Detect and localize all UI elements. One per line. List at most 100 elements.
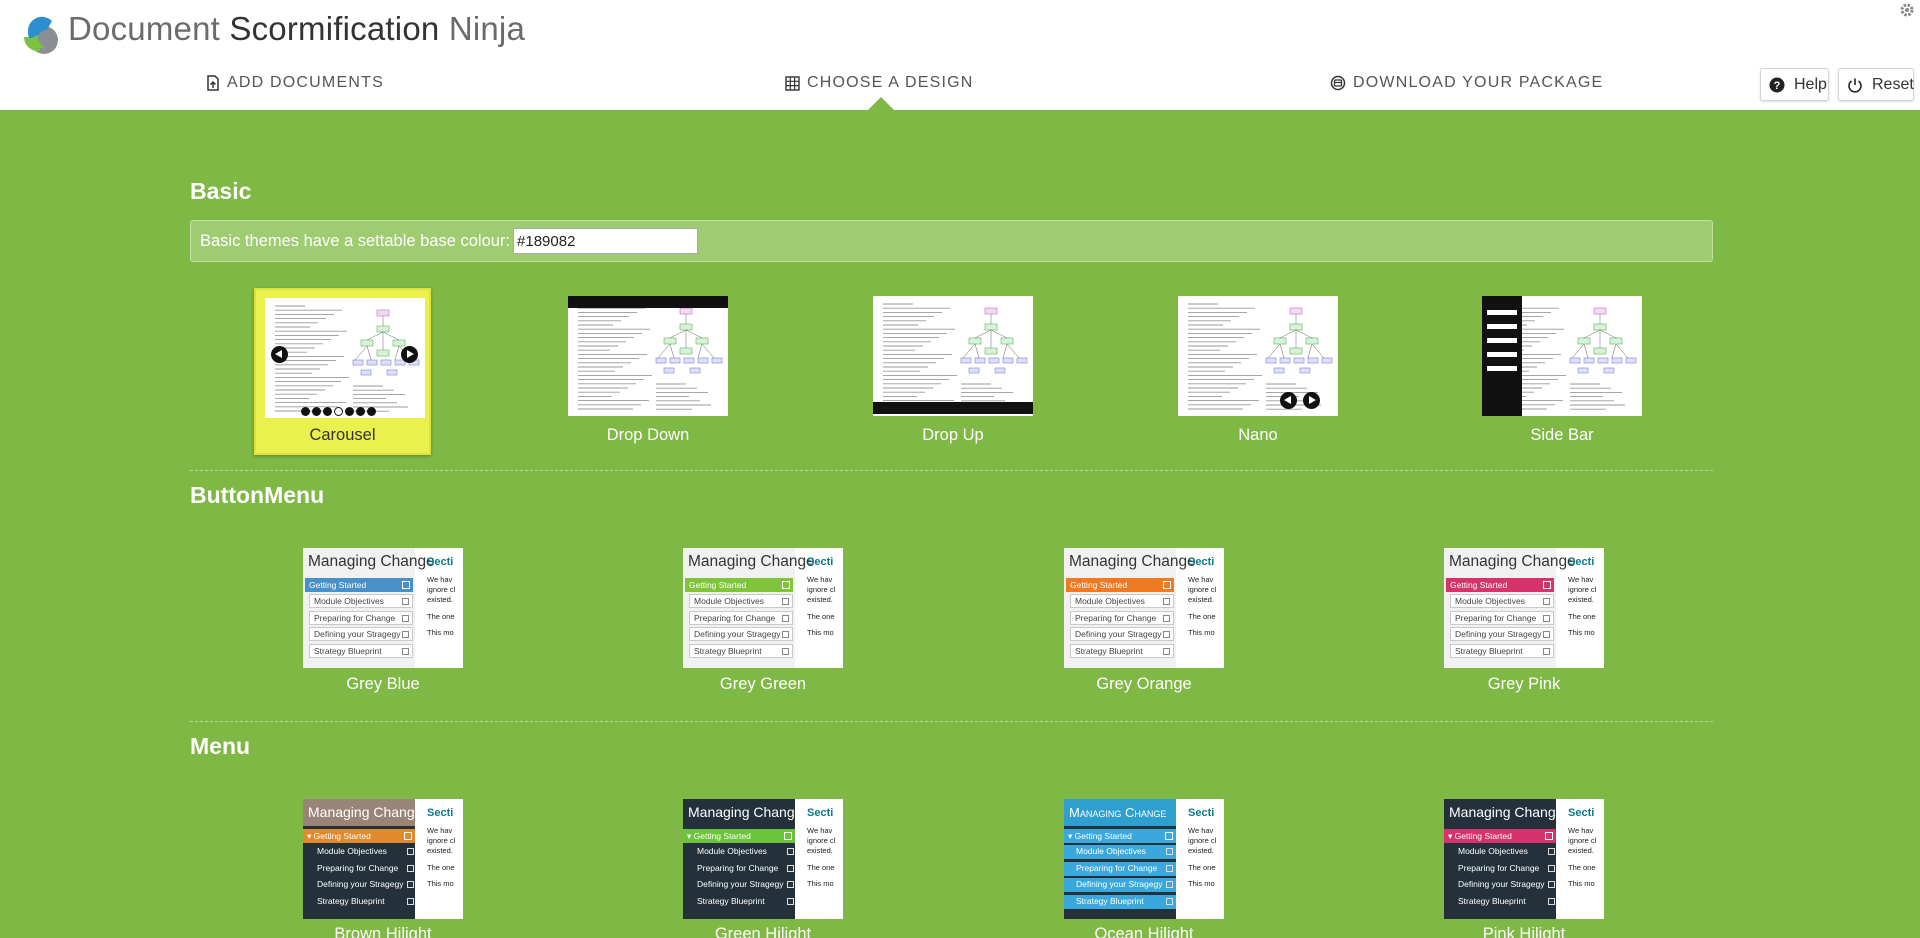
thumb-text-line: existed. xyxy=(1568,846,1594,855)
theme-label: Green Hilight xyxy=(714,925,812,938)
tab-add-documents[interactable]: ADD DOCUMENTS xyxy=(206,74,384,92)
theme-brown-hilight[interactable]: Managing Change ▾ Getting Started Module O… xyxy=(303,799,463,938)
thumb-menu-item: Strategy Blueprint xyxy=(1064,894,1176,909)
thumb-active-item: ▾ Getting Started xyxy=(683,829,795,843)
thumb-content: Secti We hav ignore cl existed. The one This … xyxy=(799,548,843,668)
thumb-menu-item: Module Objectives xyxy=(309,594,413,608)
help-button[interactable]: ? Help xyxy=(1760,68,1829,101)
thumb-menu-item: Preparing for Change xyxy=(309,610,413,625)
settings-gear-icon[interactable] xyxy=(1898,1,1916,19)
thumb-menu-item: Strategy Blueprint xyxy=(689,643,793,658)
theme-drop-up-thumbnail xyxy=(873,296,1033,416)
theme-grey-blue-thumbnail: Managing Change Getting Started Module Obj… xyxy=(303,548,463,668)
thumb-menu-item: Preparing for Change xyxy=(1064,861,1176,876)
theme-grey-pink[interactable]: Managing Change Getting Started Module Obj… xyxy=(1444,548,1604,698)
thumb-content: Secti We hav ignore cl existed. The one This … xyxy=(419,799,463,919)
thumb-heading: Managing Change xyxy=(1069,553,1196,570)
thumb-text-line: ignore cl xyxy=(1188,585,1217,594)
thumb-menu-item: Defining your Stragegy xyxy=(1064,878,1176,892)
thumb-text-line: This mo xyxy=(1188,879,1215,888)
app-title-part1: Document xyxy=(68,10,221,47)
section-divider xyxy=(190,721,1713,722)
grid-icon xyxy=(785,75,800,91)
thumb-menu-item: Preparing for Change xyxy=(1454,862,1558,876)
theme-pink-hilight-thumbnail: Managing Change ▾ Getting Started Module O… xyxy=(1444,799,1604,919)
theme-ocean-hilight-thumbnail: Managing Change ▾ Getting Started Module O… xyxy=(1064,799,1224,919)
tab-add-documents-label: ADD DOCUMENTS xyxy=(227,74,384,91)
thumb-text-line: ignore cl xyxy=(427,836,456,845)
nano-prev-icon xyxy=(1280,392,1297,409)
thumb-text-line: This mo xyxy=(427,879,454,888)
section-divider xyxy=(190,470,1713,471)
thumb-text-line: This mo xyxy=(1568,628,1595,637)
thumb-section-heading: Secti xyxy=(427,556,454,568)
thumb-heading: Managing Change xyxy=(1449,553,1576,570)
theme-label: Grey Orange xyxy=(1096,675,1192,693)
active-tab-indicator xyxy=(868,97,894,110)
theme-grey-blue[interactable]: Managing Change Getting Started Module Obj… xyxy=(303,548,463,698)
tab-download-package[interactable]: DOWNLOAD YOUR PACKAGE xyxy=(1330,74,1603,92)
theme-label: Carousel xyxy=(309,426,376,444)
theme-label: Grey Green xyxy=(719,675,807,693)
nano-next-icon xyxy=(1303,392,1320,409)
app-title: Document Scormification Ninja xyxy=(68,10,525,48)
thumb-text-line: The one xyxy=(807,863,835,872)
theme-pink-hilight[interactable]: Managing Change ▾ Getting Started Module O… xyxy=(1444,799,1604,938)
help-label: Help xyxy=(1794,75,1827,93)
theme-carousel[interactable]: Carousel xyxy=(254,288,431,455)
thumb-menu-item: Defining your Stragegy xyxy=(1454,878,1558,892)
section-title-menu: Menu xyxy=(190,733,251,759)
reset-button[interactable]: Reset xyxy=(1838,68,1914,101)
app-title-part2: Scormification xyxy=(229,10,440,47)
theme-grey-orange[interactable]: Managing Change Getting Started Module Obj… xyxy=(1064,548,1224,698)
section-title-buttonmenu: ButtonMenu xyxy=(190,482,325,508)
base-colour-input[interactable] xyxy=(513,228,699,254)
theme-label: Drop Down xyxy=(606,426,690,444)
thumb-section-heading: Secti xyxy=(1188,556,1215,568)
thumb-active-item: ▾ Getting Started xyxy=(1064,829,1176,843)
theme-drop-up[interactable]: Drop Up xyxy=(873,296,1033,446)
thumb-content: Secti We hav ignore cl existed. The one This … xyxy=(799,799,843,919)
thumb-menu-item: Defining your Stragegy xyxy=(1450,627,1554,641)
tab-choose-design[interactable]: CHOOSE A DESIGN xyxy=(785,74,973,92)
theme-label: Drop Up xyxy=(922,426,984,444)
theme-side-bar[interactable]: Side Bar xyxy=(1482,296,1642,446)
thumb-active-item: ▾ Getting Started xyxy=(1444,829,1556,843)
base-colour-bar: Basic themes have a settable base colour… xyxy=(190,220,1713,262)
thumb-content: Secti We hav ignore cl existed. The one This … xyxy=(1180,799,1224,919)
theme-label: Pink Hilight xyxy=(1482,925,1566,938)
thumb-menu-item: Defining your Stragegy xyxy=(1070,627,1174,641)
question-circle-icon: ? xyxy=(1769,77,1785,93)
thumb-text-line: This mo xyxy=(1188,628,1215,637)
theme-ocean-hilight[interactable]: Managing Change ▾ Getting Started Module O… xyxy=(1064,799,1224,938)
thumb-heading: Managing Change xyxy=(308,553,435,570)
thumb-text-line: This mo xyxy=(807,628,834,637)
thumb-menu-item: Module Objectives xyxy=(1070,594,1174,608)
theme-grey-green[interactable]: Managing Change Getting Started Module Obj… xyxy=(683,548,843,698)
thumb-menu-item: Preparing for Change xyxy=(693,862,797,876)
thumb-text-line: The one xyxy=(1188,863,1216,872)
thumb-menu-item: Module Objectives xyxy=(689,594,793,608)
thumb-active-item: ▾ Getting Started xyxy=(303,829,415,843)
theme-nano[interactable]: Nano xyxy=(1178,296,1338,446)
thumb-menu-item: Module Objectives xyxy=(1064,845,1176,859)
thumb-section-heading: Secti xyxy=(807,556,834,568)
thumb-menu-item: Strategy Blueprint xyxy=(1454,895,1558,909)
theme-drop-down[interactable]: Drop Down xyxy=(568,296,728,446)
thumb-menu-item: Preparing for Change xyxy=(1450,610,1554,625)
thumb-heading: Managing Change xyxy=(303,799,422,826)
theme-label: Side Bar xyxy=(1530,426,1594,444)
thumb-heading: Managing Change xyxy=(1444,799,1563,826)
app-title-part3: Ninja xyxy=(448,10,526,47)
theme-green-hilight[interactable]: Managing Change ▾ Getting Started Module O… xyxy=(683,799,843,938)
thumb-text-line: We hav xyxy=(1188,575,1214,584)
thumb-text-line: ignore cl xyxy=(807,585,836,594)
thumb-text-line: This mo xyxy=(1568,879,1595,888)
thumb-menu-item: Preparing for Change xyxy=(1070,610,1174,625)
svg-text:?: ? xyxy=(1774,80,1781,92)
thumb-menu-item: Module Objectives xyxy=(1454,845,1558,859)
thumb-text-line: ignore cl xyxy=(1568,585,1597,594)
thumb-heading: Managing Change xyxy=(1064,799,1176,826)
theme-grey-green-thumbnail: Managing Change Getting Started Module Obj… xyxy=(683,548,843,668)
thumb-menu-item: Module Objectives xyxy=(313,845,417,859)
